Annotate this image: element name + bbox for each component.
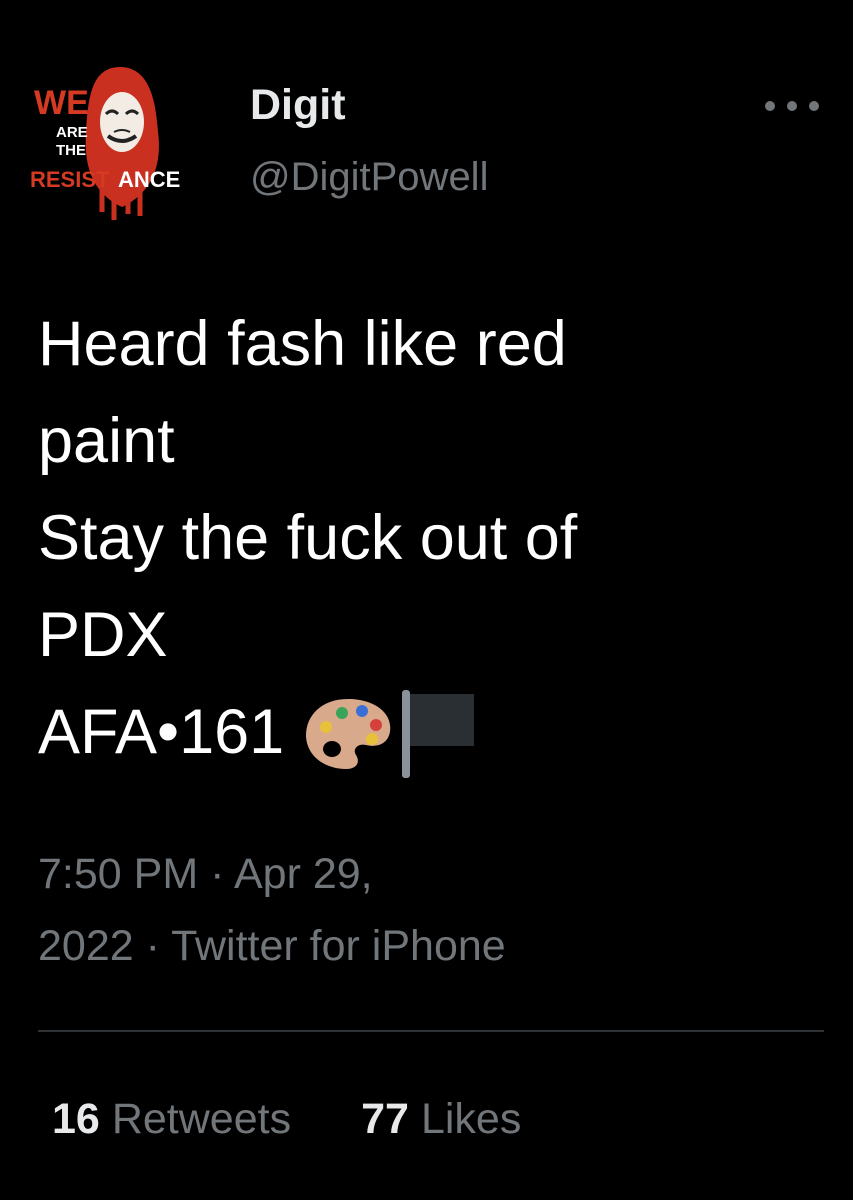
retweets-count: 16 [52,1095,100,1143]
tweet-date-part2[interactable]: 2022 [38,922,134,970]
tweet-text-line: AFA•161 [38,697,285,767]
tweet-text-line: PDX [38,600,168,670]
avatar-text-the: THE [56,142,86,159]
more-horizontal-icon [765,101,819,111]
divider [38,1030,824,1032]
meta-separator: · [133,922,172,970]
tweet-meta: 7:50 PM · Apr 29, 2022 · Twitter for iPh… [38,838,738,982]
tweet-text-line: Stay the fuck out of [38,503,578,573]
tweet-date-part1[interactable]: Apr 29, [234,850,373,898]
tweet-text-last-line: AFA•161 [38,684,828,786]
more-options-button[interactable] [762,92,822,120]
meta-separator: · [198,850,234,898]
likes-label: Likes [420,1095,522,1143]
likes-stat[interactable]: 77 Likes [361,1098,521,1141]
tweet-stats: 16 Retweets 77 Likes [52,1098,521,1141]
black-flag-emoji-icon [402,689,475,778]
tweet-text-line: paint [38,406,175,476]
avatar[interactable]: WE ARE THE RESIST ANCE [30,62,210,222]
avatar-text-ance: ANCE [118,167,180,192]
likes-count: 77 [361,1095,409,1143]
avatar-text-we: WE [34,84,89,122]
retweets-label: Retweets [111,1095,292,1143]
tweet-text: Heard fash like red paint Stay the fuck … [38,296,828,786]
author-display-name[interactable]: Digit [250,84,346,127]
retweets-stat[interactable]: 16 Retweets [52,1098,291,1141]
author-handle[interactable]: @DigitPowell [250,157,488,197]
resistance-logo-icon: WE ARE THE RESIST ANCE [30,67,180,220]
tweet-time[interactable]: 7:50 PM [38,850,198,898]
artist-palette-emoji-icon [306,698,391,769]
tweet-text-line: Heard fash like red [38,309,567,379]
avatar-text-resist: RESIST [30,167,110,192]
tweet-source-link[interactable]: Twitter for iPhone [171,922,506,970]
emoji-group [302,681,478,779]
avatar-text-are: ARE [56,124,88,141]
